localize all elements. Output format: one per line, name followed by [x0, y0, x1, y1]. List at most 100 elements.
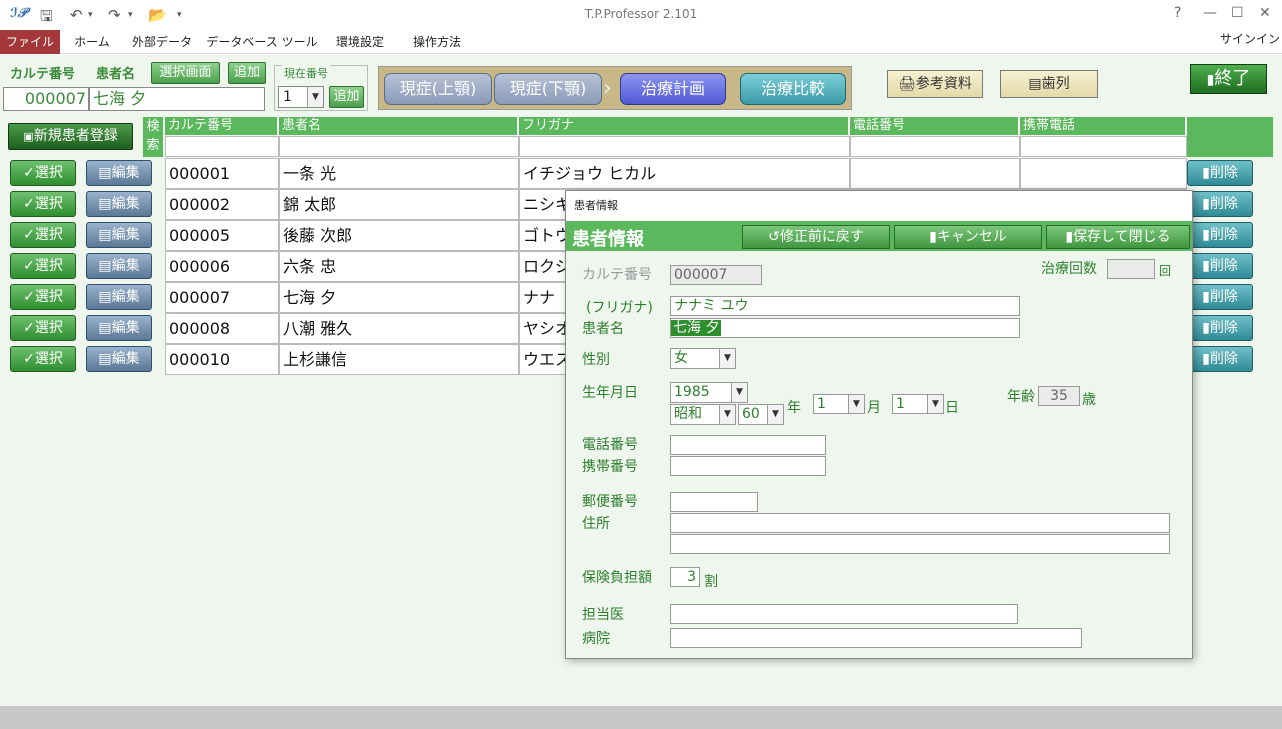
edit-button[interactable]: ▤編集: [86, 160, 152, 186]
chevron-down-icon[interactable]: ▼: [719, 349, 735, 368]
select-button[interactable]: ✓選択: [10, 160, 76, 186]
edit-button[interactable]: ▤編集: [86, 253, 152, 279]
address-field-2[interactable]: [670, 534, 1170, 554]
row-name-cell[interactable]: 六条 忠: [279, 251, 519, 282]
era-select[interactable]: 昭和 ▼: [670, 404, 736, 425]
tab-settings[interactable]: 環境設定: [326, 30, 394, 54]
row-karte-cell[interactable]: 000002: [165, 189, 279, 220]
exit-button[interactable]: ▮終了: [1190, 64, 1267, 94]
nav-treatment-compare-button[interactable]: 治療比較: [740, 73, 846, 105]
revert-button[interactable]: ↺修正前に戻す: [742, 225, 890, 249]
edit-button[interactable]: ▤編集: [86, 315, 152, 341]
minimize-icon[interactable]: —: [1203, 5, 1217, 21]
row-karte-cell[interactable]: 000007: [165, 282, 279, 313]
select-button[interactable]: ✓選択: [10, 284, 76, 310]
chevron-down-icon[interactable]: ▼: [307, 87, 323, 107]
close-icon[interactable]: ✕: [1259, 5, 1271, 21]
phone-field[interactable]: [670, 435, 826, 455]
delete-button[interactable]: ▮削除: [1187, 191, 1253, 217]
maximize-icon[interactable]: ☐: [1231, 5, 1244, 21]
delete-label: 削除: [1209, 351, 1238, 367]
delete-button[interactable]: ▮削除: [1187, 160, 1253, 186]
dialog-caption: 患者情報: [566, 191, 1192, 221]
nav-lower-jaw-button[interactable]: 現症(下顎): [494, 73, 602, 105]
delete-button[interactable]: ▮削除: [1187, 284, 1253, 310]
select-button[interactable]: ✓選択: [10, 191, 76, 217]
nav-upper-jaw-button[interactable]: 現症(上顎): [384, 73, 492, 105]
search-name-input[interactable]: [279, 136, 519, 157]
chevron-down-icon[interactable]: ▼: [848, 395, 864, 413]
insurance-label: 保険負担額: [582, 570, 652, 586]
cancel-button[interactable]: ▮キャンセル: [894, 225, 1042, 249]
reference-button[interactable]: 🖨参考資料: [887, 70, 983, 98]
tab-external-data[interactable]: 外部データ: [126, 30, 198, 54]
birth-year-select[interactable]: 1985 ▼: [670, 382, 748, 403]
edit-button[interactable]: ▤編集: [86, 191, 152, 217]
search-phone-input[interactable]: [850, 136, 1020, 157]
zip-field[interactable]: [670, 492, 758, 512]
row-name-cell[interactable]: 八潮 雅久: [279, 313, 519, 344]
row-name-cell[interactable]: 後藤 次郎: [279, 220, 519, 251]
karte-number-field[interactable]: 000007: [3, 87, 89, 111]
new-patient-label: 新規患者登録: [33, 128, 118, 144]
delete-button[interactable]: ▮削除: [1187, 253, 1253, 279]
select-button[interactable]: ✓選択: [10, 253, 76, 279]
new-patient-button[interactable]: ▣新規患者登録: [8, 123, 133, 150]
add-button[interactable]: 追加: [228, 62, 266, 84]
row-name-cell[interactable]: 一条 光: [279, 158, 519, 189]
nav-treatment-plan-button[interactable]: 治療計画: [620, 73, 726, 105]
patient-name-field[interactable]: 七海 夕: [89, 87, 265, 111]
row-name-cell[interactable]: 上杉謙信: [279, 344, 519, 375]
search-karte-input[interactable]: [165, 136, 279, 157]
help-icon[interactable]: ?: [1174, 5, 1181, 21]
row-phone-cell[interactable]: [850, 158, 1020, 189]
check-icon: ✓: [23, 165, 35, 181]
tab-database-tools[interactable]: データベース ツール: [206, 30, 318, 54]
row-kana-cell[interactable]: イチジョウ ヒカル: [519, 158, 850, 189]
chevron-down-icon[interactable]: ▼: [731, 383, 747, 402]
hospital-field[interactable]: [670, 628, 1082, 648]
save-close-button[interactable]: ▮保存して閉じる: [1046, 225, 1190, 249]
row-karte-cell[interactable]: 000005: [165, 220, 279, 251]
month-select[interactable]: 1 ▼: [813, 394, 865, 414]
tab-home[interactable]: ホーム: [66, 30, 118, 54]
dentition-button[interactable]: ▤歯列: [1000, 70, 1098, 98]
current-add-button[interactable]: 追加: [329, 86, 364, 108]
row-name-cell[interactable]: 錦 太郎: [279, 189, 519, 220]
signin-link[interactable]: サインイン: [1220, 30, 1280, 48]
tab-file[interactable]: ファイル: [0, 30, 60, 54]
dlg-name-field[interactable]: 七海 夕: [670, 318, 1020, 338]
delete-button[interactable]: ▮削除: [1187, 222, 1253, 248]
select-screen-button[interactable]: 選択画面: [151, 62, 220, 84]
search-mobile-input[interactable]: [1020, 136, 1187, 157]
edit-button[interactable]: ▤編集: [86, 222, 152, 248]
doctor-field[interactable]: [670, 604, 1018, 624]
row-name-cell[interactable]: 七海 夕: [279, 282, 519, 313]
mobile-field[interactable]: [670, 456, 826, 476]
edit-button[interactable]: ▤編集: [86, 284, 152, 310]
chevron-down-icon[interactable]: ▼: [719, 405, 735, 424]
delete-button[interactable]: ▮削除: [1187, 346, 1253, 372]
current-number-select[interactable]: 1 ▼: [278, 86, 324, 108]
search-kana-input[interactable]: [519, 136, 850, 157]
day-select[interactable]: 1 ▼: [892, 394, 944, 414]
row-mobile-cell[interactable]: [1020, 158, 1187, 189]
era-year-select[interactable]: 60 ▼: [738, 404, 784, 425]
row-karte-cell[interactable]: 000001: [165, 158, 279, 189]
select-button[interactable]: ✓選択: [10, 315, 76, 341]
tab-how-to[interactable]: 操作方法: [402, 30, 472, 54]
row-karte-cell[interactable]: 000006: [165, 251, 279, 282]
select-button[interactable]: ✓選択: [10, 222, 76, 248]
kana-field[interactable]: ナナミ ユウ: [670, 296, 1020, 316]
chevron-down-icon[interactable]: ▼: [767, 405, 783, 424]
chevron-down-icon[interactable]: ▼: [927, 395, 943, 413]
insurance-field[interactable]: 3: [670, 567, 700, 587]
sex-select[interactable]: 女 ▼: [670, 348, 736, 369]
row-karte-cell[interactable]: 000008: [165, 313, 279, 344]
delete-button[interactable]: ▮削除: [1187, 315, 1253, 341]
select-button[interactable]: ✓選択: [10, 346, 76, 372]
edit-button[interactable]: ▤編集: [86, 346, 152, 372]
address-field-1[interactable]: [670, 513, 1170, 533]
edit-label: 編集: [111, 165, 140, 181]
row-karte-cell[interactable]: 000010: [165, 344, 279, 375]
